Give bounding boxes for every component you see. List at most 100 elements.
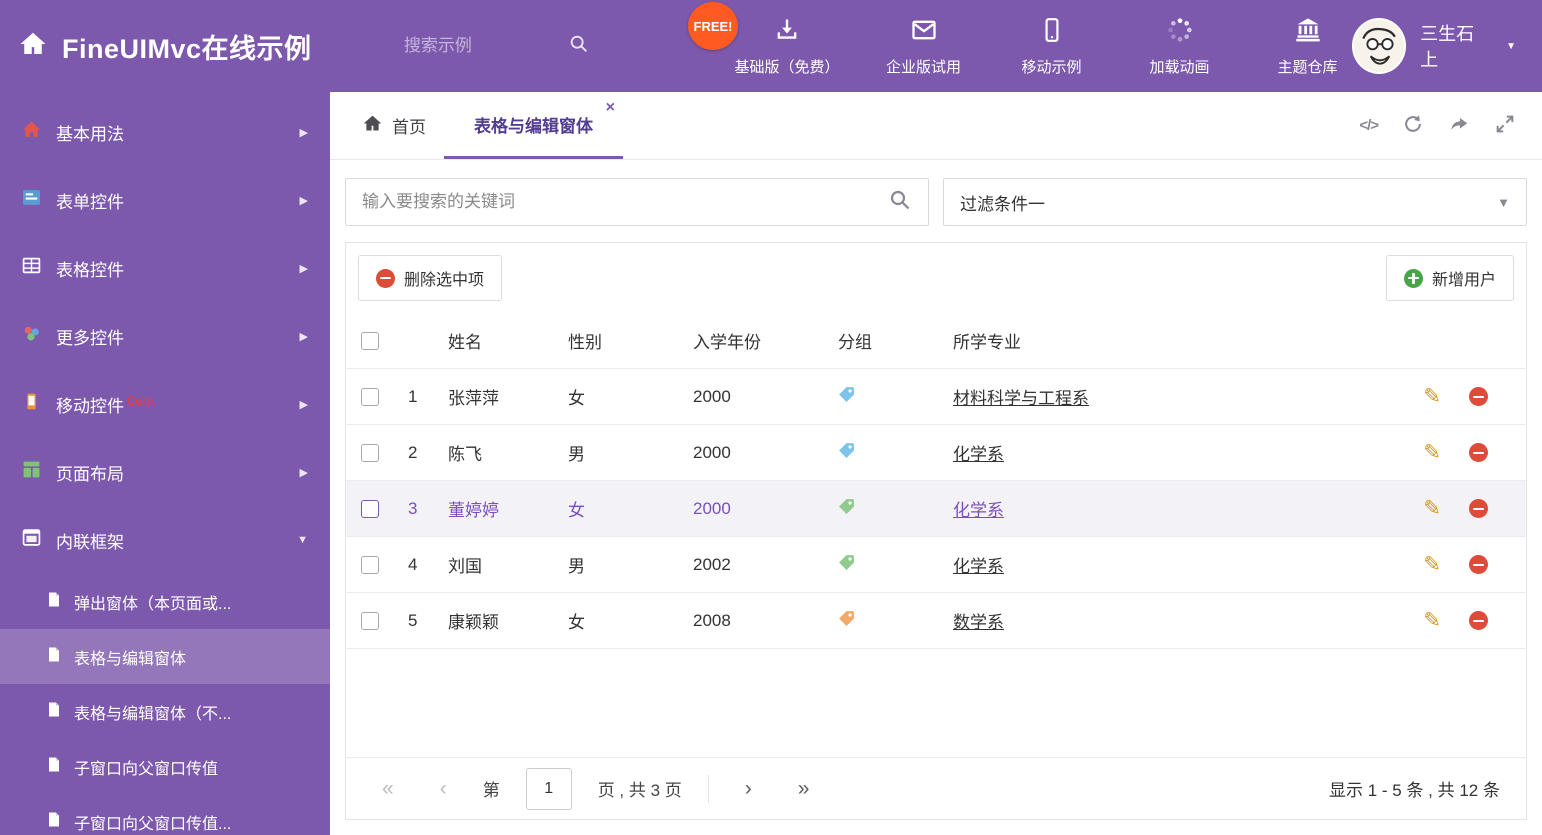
- column-header-group[interactable]: 分组: [838, 328, 953, 353]
- plus-circle-icon: [1403, 268, 1423, 288]
- row-checkbox[interactable]: [361, 611, 379, 630]
- sidebar-subitem-label: 子窗口向父窗口传值...: [74, 815, 232, 833]
- sidebar-item-more-controls[interactable]: 更多控件 ▶: [0, 302, 330, 370]
- sidebar-item-form-controls[interactable]: 表单控件 ▶: [0, 166, 330, 234]
- select-all-checkbox[interactable]: [361, 331, 379, 350]
- file-icon: [46, 811, 62, 833]
- nav-item-theme-repo[interactable]: 主题仓库: [1264, 16, 1352, 77]
- delete-row-icon[interactable]: [1469, 499, 1488, 518]
- last-page-icon[interactable]: »: [788, 777, 820, 801]
- tag-icon: [838, 386, 855, 408]
- chevron-down-icon: ▼: [1497, 194, 1510, 210]
- sidebar-subitem-label: 表格与编辑窗体: [74, 650, 187, 668]
- cell-gender: 女: [568, 613, 585, 632]
- source-code-icon[interactable]: </>: [1359, 117, 1379, 134]
- page-content: 过滤条件一 ▼ 删除选中项 新增用户: [330, 160, 1542, 835]
- table-row[interactable]: 1 张萍萍 女 2000 材料科学与工程系 ✎: [346, 369, 1526, 425]
- page-number-input[interactable]: [525, 767, 572, 810]
- edit-icon[interactable]: ✎: [1423, 498, 1441, 519]
- filter-dropdown[interactable]: 过滤条件一 ▼: [943, 178, 1527, 226]
- sidebar-subitem-child-to-parent-2[interactable]: 子窗口向父窗口传值...: [0, 794, 330, 835]
- prev-page-icon[interactable]: ‹: [430, 777, 457, 801]
- nav-label: 移动示例: [1021, 58, 1082, 76]
- major-link[interactable]: 化学系: [953, 496, 1004, 521]
- row-checkbox[interactable]: [361, 387, 379, 406]
- sidebar-item-basic-usage[interactable]: 基本用法 ▶: [0, 98, 330, 166]
- nav-item-mobile-demo[interactable]: 移动示例: [1008, 16, 1096, 77]
- frame-icon: [22, 528, 41, 552]
- chevron-right-icon: ▶: [299, 330, 308, 343]
- delete-row-icon[interactable]: [1469, 555, 1488, 574]
- app-header: FineUIMvc在线示例 FREE! 基础版（免费） 企业版试用: [0, 0, 1542, 92]
- nav-item-enterprise-trial[interactable]: 企业版试用: [880, 16, 968, 77]
- row-checkbox[interactable]: [361, 443, 379, 462]
- share-forward-icon[interactable]: [1448, 113, 1470, 139]
- sidebar-item-label: 表格控件: [56, 260, 124, 280]
- nav-item-basic-edition[interactable]: 基础版（免费）: [735, 16, 840, 77]
- search-icon[interactable]: [888, 188, 912, 217]
- nav-item-loading-animation[interactable]: 加载动画: [1136, 16, 1224, 77]
- edit-icon[interactable]: ✎: [1423, 554, 1441, 575]
- sidebar-subitem-child-to-parent[interactable]: 子窗口向父窗口传值: [0, 739, 330, 794]
- user-name: 三生石上: [1420, 24, 1475, 70]
- sidebar-item-label: 更多控件: [56, 328, 124, 348]
- major-link[interactable]: 化学系: [953, 440, 1004, 465]
- column-header-gender[interactable]: 性别: [568, 328, 693, 353]
- refresh-icon[interactable]: [1402, 113, 1424, 139]
- sidebar-item-grid-controls[interactable]: 表格控件 ▶: [0, 234, 330, 302]
- sidebar-subitem-grid-edit-window-2[interactable]: 表格与编辑窗体（不...: [0, 684, 330, 739]
- edit-icon[interactable]: ✎: [1423, 386, 1441, 407]
- edit-icon[interactable]: ✎: [1423, 442, 1441, 463]
- delete-row-icon[interactable]: [1469, 611, 1488, 630]
- cell-year: 2008: [693, 610, 731, 630]
- sidebar: 基本用法 ▶ 表单控件 ▶ 表格控件 ▶ 更多控件 ▶ 移动控件 Corp. ▶ …: [0, 92, 330, 835]
- cell-gender: 男: [568, 445, 585, 464]
- brand[interactable]: FineUIMvc在线示例: [0, 27, 404, 66]
- phone-icon: [22, 392, 41, 416]
- table-row[interactable]: 3 董婷婷 女 2000 化学系 ✎: [346, 481, 1526, 537]
- row-checkbox[interactable]: [361, 555, 379, 574]
- header-search-input[interactable]: [403, 36, 554, 56]
- file-icon: [46, 646, 62, 668]
- delete-row-icon[interactable]: [1469, 443, 1488, 462]
- sidebar-item-label: 移动控件 Corp.: [56, 393, 157, 416]
- delete-row-icon[interactable]: [1469, 387, 1488, 406]
- cell-gender: 男: [568, 557, 585, 576]
- cell-year: 2000: [693, 498, 731, 518]
- sidebar-subitem-popup-window[interactable]: 弹出窗体（本页面或...: [0, 574, 330, 629]
- next-page-icon[interactable]: ›: [735, 777, 762, 801]
- close-icon[interactable]: ×: [606, 100, 615, 116]
- major-link[interactable]: 化学系: [953, 552, 1004, 577]
- major-link[interactable]: 数学系: [953, 608, 1004, 633]
- add-user-button[interactable]: 新增用户: [1385, 255, 1514, 301]
- column-header-major[interactable]: 所学专业: [953, 328, 1396, 353]
- chevron-right-icon: ▶: [299, 466, 308, 479]
- avatar: [1351, 18, 1407, 74]
- header-search: [403, 33, 615, 60]
- tab-grid-edit-window[interactable]: 表格与编辑窗体 ×: [444, 92, 623, 159]
- column-header-name[interactable]: 姓名: [448, 328, 568, 353]
- table-row[interactable]: 4 刘国 男 2002 化学系 ✎: [346, 537, 1526, 593]
- table-row[interactable]: 5 康颖颖 女 2008 数学系 ✎: [346, 593, 1526, 649]
- column-header-year[interactable]: 入学年份: [693, 328, 838, 353]
- edit-icon[interactable]: ✎: [1423, 610, 1441, 631]
- row-index: 1: [408, 386, 418, 406]
- record-summary: 显示 1 - 5 条 , 共 12 条: [1329, 781, 1500, 800]
- sidebar-item-inline-frame[interactable]: 内联框架 ▼: [0, 506, 330, 574]
- sidebar-item-page-layout[interactable]: 页面布局 ▶: [0, 438, 330, 506]
- chevron-right-icon: ▶: [299, 126, 308, 139]
- keyword-search-input[interactable]: [362, 192, 888, 212]
- tab-bar: 首页 表格与编辑窗体 × </>: [330, 92, 1542, 160]
- sidebar-subitem-grid-edit-window[interactable]: 表格与编辑窗体: [0, 629, 330, 684]
- fullscreen-icon[interactable]: [1494, 113, 1516, 139]
- first-page-icon[interactable]: «: [372, 777, 404, 801]
- table-row[interactable]: 2 陈飞 男 2000 化学系 ✎: [346, 425, 1526, 481]
- user-menu[interactable]: 三生石上 ▼: [1351, 18, 1542, 74]
- major-link[interactable]: 材料科学与工程系: [953, 384, 1089, 409]
- search-icon[interactable]: [568, 33, 590, 60]
- delete-selected-label: 删除选中项: [404, 272, 485, 289]
- row-checkbox[interactable]: [361, 499, 379, 518]
- tab-home[interactable]: 首页: [344, 92, 444, 159]
- delete-selected-button[interactable]: 删除选中项: [358, 255, 503, 301]
- sidebar-item-mobile-controls[interactable]: 移动控件 Corp. ▶: [0, 370, 330, 438]
